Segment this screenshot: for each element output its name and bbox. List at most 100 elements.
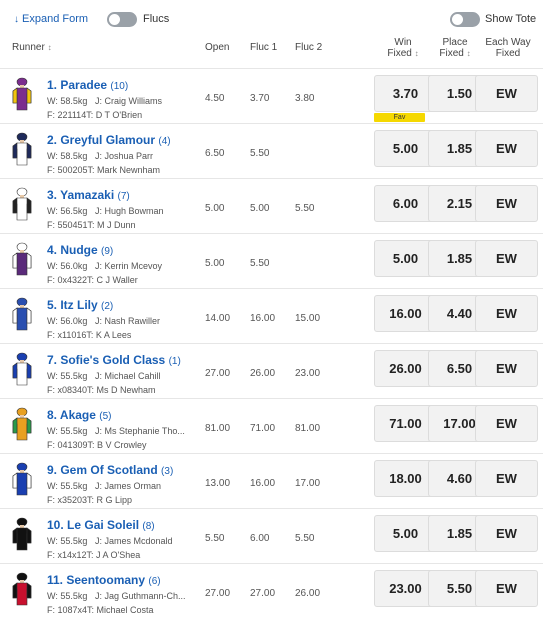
runner-form: F: x14x12: [47, 550, 87, 560]
runner-row: 9. Gem Of Scotland (3) W: 55.5kg J: James …: [0, 453, 543, 508]
open-price: 6.50: [205, 148, 225, 159]
each-way-button[interactable]: EW: [475, 130, 538, 167]
jockey-silk-icon: [12, 297, 32, 331]
runner-form: F: x35203: [47, 495, 88, 505]
runner-row: 4. Nudge (9) W: 56.0kg J: Kerrin Mcevoy F: …: [0, 233, 543, 288]
runner-name[interactable]: 10. Le Gai Soleil (8): [47, 518, 155, 532]
each-way-button[interactable]: EW: [475, 75, 538, 112]
fluc2-price: 81.00: [295, 423, 321, 434]
place-fixed-header[interactable]: Place Fixed ↕: [436, 37, 474, 59]
runner-column-header[interactable]: Runner ↕: [12, 42, 52, 53]
fluc2-column-header: Fluc 2: [295, 42, 323, 53]
runner-jockey: J: Michael Cahill: [95, 371, 161, 381]
runner-form: F: 0x4322: [47, 275, 88, 285]
runner-name[interactable]: 8. Akage (5): [47, 408, 112, 422]
runner-name[interactable]: 5. Itz Lily (2): [47, 298, 113, 312]
fluc1-price: 16.00: [250, 478, 276, 489]
each-way-button[interactable]: EW: [475, 515, 538, 552]
runner-jockey: J: Ms Stephanie Tho...: [95, 426, 185, 436]
runner-name[interactable]: 7. Sofie's Gold Class (1): [47, 353, 181, 367]
barrier-number: (6): [148, 576, 161, 587]
runner-name[interactable]: 2. Greyful Glamour (4): [47, 133, 171, 147]
runner-form: F: x11016: [47, 330, 87, 340]
runner-row: 2. Greyful Glamour (4) W: 58.5kg J: Joshua…: [0, 123, 543, 178]
open-price: 81.00: [205, 423, 231, 434]
open-column-header: Open: [205, 42, 230, 53]
runner-name[interactable]: 11. Seentoomany (6): [47, 573, 161, 587]
runner-row: 7. Sofie's Gold Class (1) W: 55.5kg J: Mic…: [0, 343, 543, 398]
fluc2-price: 3.80: [295, 93, 315, 104]
runner-trainer: T: R G Lipp: [87, 495, 133, 505]
runner-jockey: J: Nash Rawiller: [95, 316, 161, 326]
each-way-button[interactable]: EW: [475, 350, 538, 387]
top-controls: ↓ Expand Form Flucs Show Tote: [0, 0, 543, 40]
runner-jockey: J: James Mcdonald: [95, 536, 173, 546]
open-price: 14.00: [205, 313, 231, 324]
open-price: 5.00: [205, 203, 225, 214]
each-way-button[interactable]: EW: [475, 185, 538, 222]
fluc1-column-header: Fluc 1: [250, 42, 278, 53]
fluc2-price: 23.00: [295, 368, 321, 379]
flucs-toggle[interactable]: [107, 12, 137, 27]
barrier-number: (2): [101, 301, 114, 312]
show-tote-toggle[interactable]: [450, 12, 480, 27]
runner-jockey: J: Jag Guthmann-Ch...: [95, 591, 186, 601]
runner-form: F: x08340: [47, 385, 88, 395]
runner-form: F: 550451: [47, 220, 88, 230]
barrier-number: (7): [117, 191, 130, 202]
jockey-silk-icon: [12, 242, 32, 276]
sort-icon: ↕: [47, 43, 52, 52]
win-fixed-header[interactable]: Win Fixed ↕: [384, 37, 422, 59]
barrier-number: (5): [99, 411, 112, 422]
runner-weight: W: 56.0kg: [47, 316, 88, 326]
jockey-silk-icon: [12, 187, 32, 221]
jockey-silk-icon: [12, 132, 32, 166]
jockey-silk-icon: [12, 572, 32, 606]
runner-trainer: T: M J Dunn: [87, 220, 136, 230]
fluc2-price: 5.50: [295, 533, 315, 544]
each-way-button[interactable]: EW: [475, 240, 538, 277]
runner-weight: W: 55.5kg: [47, 536, 88, 546]
show-tote-label: Show Tote: [485, 13, 537, 25]
fluc1-price: 27.00: [250, 588, 276, 599]
runner-jockey: J: Joshua Parr: [95, 151, 154, 161]
fluc1-price: 16.00: [250, 313, 276, 324]
runner-trainer: T: Michael Costa: [87, 605, 154, 615]
runner-name[interactable]: 1. Paradee (10): [47, 78, 128, 92]
sort-icon: ↕: [414, 49, 419, 58]
each-way-button[interactable]: EW: [475, 570, 538, 607]
open-price: 5.50: [205, 533, 225, 544]
chevron-down-icon: ↓: [14, 13, 19, 25]
runner-name[interactable]: 4. Nudge (9): [47, 243, 113, 257]
runner-form: F: 1087x4: [47, 605, 88, 615]
barrier-number: (10): [110, 81, 129, 92]
barrier-number: (3): [161, 466, 174, 477]
barrier-number: (1): [168, 356, 181, 367]
runner-row: 11. Seentoomany (6) W: 55.5kg J: Jag Guthm…: [0, 563, 543, 618]
runner-form: F: 500205: [47, 165, 88, 175]
expand-form-button[interactable]: ↓ Expand Form: [14, 13, 88, 25]
runner-row: 8. Akage (5) W: 55.5kg J: Ms Stephanie Tho…: [0, 398, 543, 453]
runner-weight: W: 56.5kg: [47, 206, 88, 216]
runner-name[interactable]: 9. Gem Of Scotland (3): [47, 463, 173, 477]
runner-name[interactable]: 3. Yamazaki (7): [47, 188, 130, 202]
each-way-button[interactable]: EW: [475, 295, 538, 332]
fluc1-price: 26.00: [250, 368, 276, 379]
runner-trainer: T: D T O'Brien: [86, 110, 143, 120]
runner-trainer: T: Ms D Newham: [87, 385, 156, 395]
fluc2-price: 5.50: [295, 203, 315, 214]
open-price: 13.00: [205, 478, 231, 489]
fav-badge: Fav: [374, 113, 425, 122]
jockey-silk-icon: [12, 352, 32, 386]
fluc2-price: 26.00: [295, 588, 321, 599]
barrier-number: (4): [158, 136, 171, 147]
runner-weight: W: 55.5kg: [47, 426, 88, 436]
fluc1-price: 3.70: [250, 93, 270, 104]
runner-jockey: J: Hugh Bowman: [95, 206, 164, 216]
runner-weight: W: 58.5kg: [47, 96, 88, 106]
open-price: 27.00: [205, 368, 231, 379]
jockey-silk-icon: [12, 77, 32, 111]
each-way-button[interactable]: EW: [475, 405, 538, 442]
each-way-button[interactable]: EW: [475, 460, 538, 497]
runner-jockey: J: Craig Williams: [95, 96, 163, 106]
